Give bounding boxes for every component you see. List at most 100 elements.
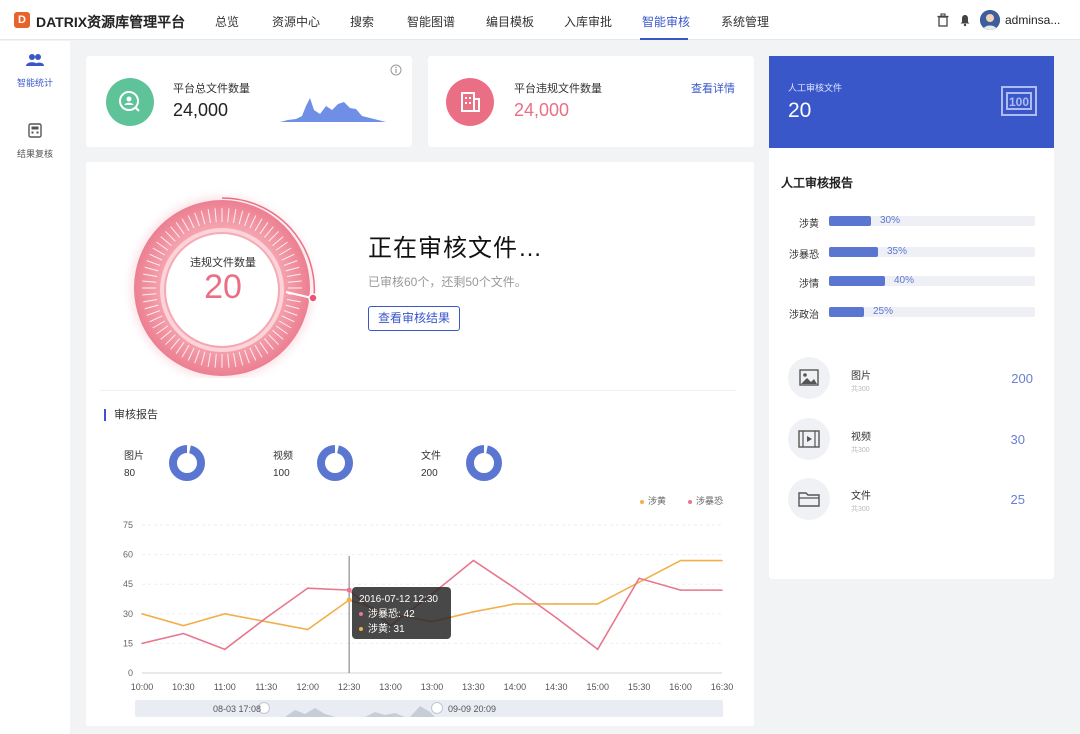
bar-fill-violence [829,247,878,257]
nav-catalog-template[interactable]: 编目模板 [486,13,534,30]
donut-label-video: 视频 [273,451,293,462]
x-tick-label: 16:30 [711,682,734,692]
nav-search[interactable]: 搜索 [350,13,374,30]
bar-label-politics: 涉政治 [789,310,819,321]
nav-overview[interactable]: 总览 [215,13,239,30]
legend-dot [688,499,692,504]
review-status-title: 正在审核文件… [368,235,543,262]
bar-fill-erotic [829,276,885,286]
x-tick-label: 10:00 [131,682,154,692]
users-icon [26,54,44,66]
logo-icon: D [14,12,30,28]
bell-icon[interactable] [958,13,972,27]
series-point [306,587,309,589]
x-tick-label: 16:00 [669,682,692,692]
y-tick-label: 0 [128,668,133,678]
type-name-image: 图片 [851,371,871,382]
slider-handle-end[interactable] [431,702,443,714]
series-point [472,611,475,613]
review-status-subtitle: 已审核60个，还剩50个文件。 [368,275,527,289]
bar-track-erotic [829,276,1035,286]
nav-knowledge-graph[interactable]: 智能图谱 [407,13,455,30]
view-review-result-button[interactable]: 查看审核结果 [368,306,460,331]
x-tick-label: 12:00 [296,682,319,692]
total-files-label: 平台总文件数量 [173,83,250,95]
bar-track-violence [829,247,1035,257]
tooltip-row-violence: 涉暴恐: 42 [359,607,444,622]
brand-title: DATRIX资源库管理平台 [36,14,186,30]
nav-resource-center[interactable]: 资源中心 [272,13,320,30]
user-avatar-icon [980,10,1000,30]
x-tick-label: 13:00 [379,682,402,692]
series-point [679,589,682,591]
bar-fill-porn [829,216,871,226]
violation-files-icon-bg [446,78,494,126]
avatar[interactable] [980,10,1000,30]
legend-item-porn[interactable]: 涉黄 [640,494,666,507]
building-icon [461,92,480,112]
sidebar-item-result-review[interactable]: 结果复核 [0,123,70,160]
type-count-file: 25 [1010,492,1025,507]
slider-start-label: 08-03 17:08 [213,704,262,714]
type-sub-video: 共300 [851,447,870,454]
donut-chart-file [466,444,502,481]
series-point [721,559,723,562]
donut-value-image: 80 [124,468,136,479]
x-tick-label: 11:00 [214,682,236,692]
nav-system-admin[interactable]: 系统管理 [721,13,769,30]
bar-label-erotic: 涉情 [799,279,819,290]
legend-label: 涉暴恐 [696,496,724,506]
chart-tooltip: 2016-07-12 12:30 涉暴恐: 42 涉黄: 31 [352,587,451,639]
sidebar-item-label: 结果复核 [16,149,53,159]
tooltip-row-porn: 涉黄: 31 [359,622,444,637]
violation-files-value: 24,000 [514,100,570,120]
series-point [141,642,143,645]
y-tick-label: 30 [123,609,133,619]
svg-text:100: 100 [1009,95,1029,109]
image-type-icon-bg [788,357,830,399]
top-navbar: D DATRIX资源库管理平台 总览 资源中心 搜索 智能图谱 编目模板 入库审… [0,0,1080,40]
series-point [596,648,599,651]
nav-active-indicator [640,38,688,40]
series-point [265,620,268,623]
sidebar-item-smart-stats[interactable]: 智能统计 [0,53,70,89]
series-point [555,603,558,605]
bar-label-porn: 涉黄 [799,219,819,230]
x-tick-label: 15:30 [628,682,651,692]
donut-chart-video [317,444,353,481]
report-section-title: 审核报告 [104,409,158,421]
bar-pct-porn: 30% [880,215,901,226]
view-details-link[interactable]: 查看详情 [691,80,735,96]
info-icon[interactable] [390,64,402,76]
series-point [182,624,185,627]
folder-type-icon-bg [788,478,830,520]
violation-files-label: 平台违规文件数量 [514,83,602,95]
donut-chart-image [169,444,205,481]
x-tick-label: 13:30 [462,682,485,692]
x-tick-label: 14:30 [545,682,568,692]
y-tick-label: 45 [123,579,133,589]
nav-smart-review[interactable]: 智能审核 [642,13,690,30]
trash-icon[interactable] [936,13,950,27]
bar-label-violence: 涉暴恐 [789,250,819,261]
series-point [346,597,352,603]
type-sub-file: 共300 [851,506,870,513]
video-type-icon-bg [788,418,830,460]
username[interactable]: adminsa... [1005,13,1060,27]
nav-ingest-approval[interactable]: 入库审批 [564,13,612,30]
donut-label-image: 图片 [124,451,144,462]
y-tick-label: 75 [123,520,133,530]
series-point [514,603,516,605]
legend-item-violence[interactable]: 涉暴恐 [688,494,723,507]
series-point [306,628,309,631]
series-point [265,616,268,619]
series-point [224,613,226,615]
total-files-sparkline [280,98,386,122]
video-icon [798,430,820,448]
series-point [638,581,640,584]
x-tick-label: 15:00 [586,682,609,692]
manual-card-label: 人工审核文件 [788,83,843,93]
manual-report-title: 人工审核报告 [781,176,854,190]
type-count-image: 200 [1011,371,1033,386]
series-point [555,616,558,619]
